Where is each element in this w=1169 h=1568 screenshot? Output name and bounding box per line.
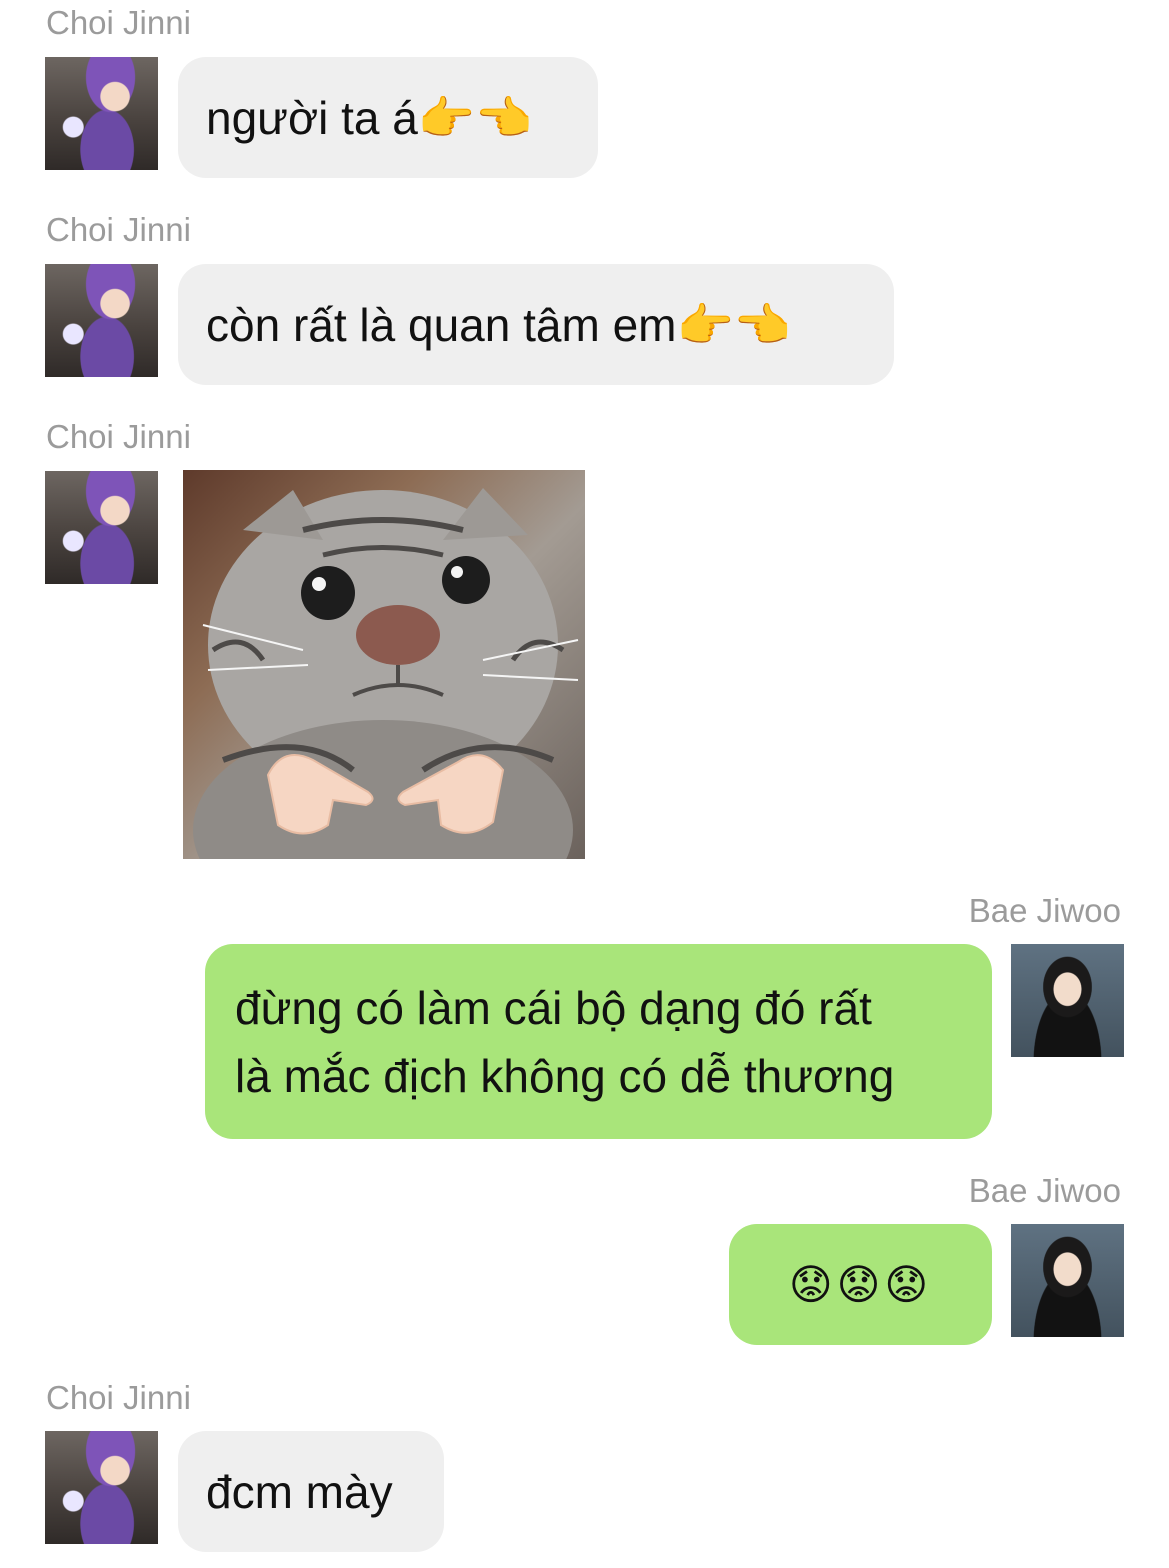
sender-name: Choi Jinni	[46, 4, 191, 41]
sender-name: Choi Jinni	[46, 1379, 191, 1416]
sender-name: Bae Jiwoo	[968, 1172, 1121, 1209]
message-text: đcm mày	[206, 1465, 393, 1518]
message-text: người ta á👉👈	[206, 91, 533, 144]
avatar-bae-jiwoo[interactable]	[1011, 1224, 1124, 1337]
message-text: 😟😟😟	[788, 1259, 933, 1309]
message-bubble-incoming[interactable]: đcm mày	[178, 1431, 444, 1552]
sender-name: Bae Jiwoo	[968, 892, 1121, 929]
sender-name: Choi Jinni	[46, 211, 191, 248]
message-bubble-outgoing[interactable]: đừng có làm cái bộ dạng đó rất là mắc đị…	[205, 944, 992, 1139]
avatar-choi-jinni[interactable]	[45, 471, 158, 584]
avatar-choi-jinni[interactable]	[45, 1431, 158, 1544]
cat-image[interactable]	[183, 470, 585, 859]
avatar-choi-jinni[interactable]	[45, 264, 158, 377]
message-line: là mắc địch không có dễ thương	[235, 1049, 895, 1102]
message-bubble-incoming[interactable]: còn rất là quan tâm em👉👈	[178, 264, 894, 385]
message-text: đừng có làm cái bộ dạng đó rất là mắc đị…	[235, 974, 894, 1110]
avatar-bae-jiwoo[interactable]	[1011, 944, 1124, 1057]
message-bubble-outgoing[interactable]: 😟😟😟	[729, 1224, 992, 1345]
message-text: còn rất là quan tâm em👉👈	[206, 298, 792, 351]
sender-name: Choi Jinni	[46, 418, 191, 455]
cat-illustration	[193, 488, 579, 859]
avatar-choi-jinni[interactable]	[45, 57, 158, 170]
message-bubble-incoming[interactable]: người ta á👉👈	[178, 57, 598, 178]
message-line: đừng có làm cái bộ dạng đó rất	[235, 981, 872, 1034]
